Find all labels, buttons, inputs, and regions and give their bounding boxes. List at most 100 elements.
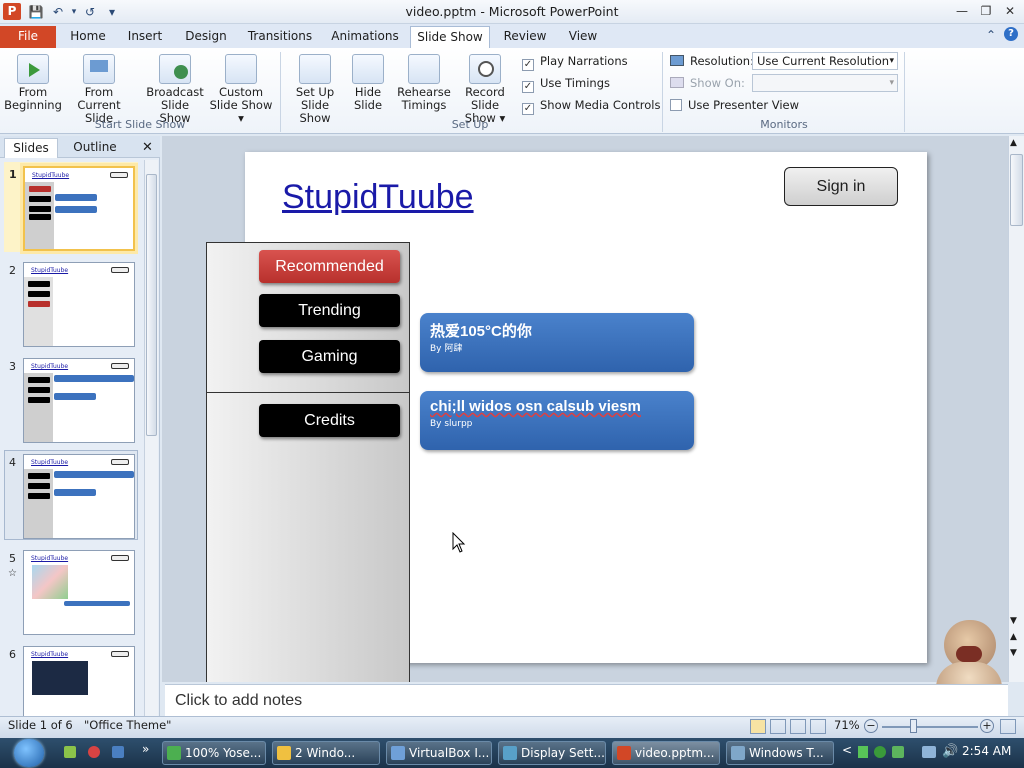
animation-star-icon: ☆ [8,568,17,579]
powerpoint-logo-icon[interactable]: P [3,3,21,20]
taskbar-item[interactable]: 100% Yose... [162,741,266,765]
presenter-view-checkbox[interactable]: Use Presenter View [670,98,799,112]
video-card[interactable]: chi;ll widos osn calsub viesm By slurpp [420,391,694,450]
zoom-in-icon[interactable]: + [980,719,994,733]
hide-slide-button[interactable]: Hide Slide [348,54,388,112]
previous-slide-icon[interactable]: ▲ [1010,632,1017,642]
nav-credits-button[interactable]: Credits [259,404,400,437]
rehearse-timings-icon [408,54,440,84]
slides-pane-scrollbar[interactable] [144,160,158,716]
tab-slide-show[interactable]: Slide Show [410,26,490,48]
zoom-slider[interactable] [882,726,978,728]
nav-recommended-button[interactable]: Recommended [259,250,400,283]
slide-thumbnail-3[interactable]: StupidTuube [23,358,135,443]
tray-icon[interactable] [858,746,868,758]
fit-to-window-icon[interactable] [1000,719,1016,734]
set-up-slide-show-button[interactable]: Set Up Slide Show [284,54,346,125]
tab-slides[interactable]: Slides [4,138,58,158]
video-card[interactable]: 热爱105°C的你 By 阿肆 [420,313,694,372]
tab-animations[interactable]: Animations [324,26,406,48]
slide-show-view-icon[interactable] [810,719,826,734]
video-author: By 阿肆 [430,344,463,354]
slide-sorter-view-icon[interactable] [770,719,786,734]
close-pane-icon[interactable]: ✕ [142,140,153,155]
taskbar-item[interactable]: Windows T... [726,741,834,765]
monitor-icon [670,55,684,66]
show-on-dropdown[interactable]: ▾ [752,74,898,92]
broadcast-slide-show-button[interactable]: Broadcast Slide Show [144,54,206,125]
zoom-slider-thumb[interactable] [910,719,917,733]
from-beginning-button[interactable]: From Beginning [4,54,62,112]
redo-icon[interactable]: ↺ [82,4,98,20]
quick-launch-overflow-icon[interactable]: » [142,742,149,756]
tray-icon[interactable] [892,746,904,758]
quick-launch-icon[interactable] [112,746,124,758]
chevron-down-icon: ▾ [889,78,894,88]
tab-design[interactable]: Design [176,26,236,48]
volume-icon[interactable]: 🔊 [942,744,958,759]
quick-launch-icon[interactable] [64,746,76,758]
sign-in-button[interactable]: Sign in [784,167,898,206]
setup-slideshow-icon [299,54,331,84]
tab-review[interactable]: Review [496,26,554,48]
save-icon[interactable]: 💾 [28,4,44,20]
close-button[interactable]: ✕ [998,2,1022,20]
slide-thumbnail-4[interactable]: StupidTuube [23,454,135,539]
taskbar-item[interactable]: VirtualBox I... [386,741,492,765]
theme-name: "Office Theme" [84,718,172,732]
rehearse-timings-button[interactable]: Rehearse Timings [396,54,452,112]
slide-thumbnail-1[interactable]: StupidTuube [23,166,135,251]
reading-view-icon[interactable] [790,719,806,734]
start-button[interactable] [8,738,52,768]
tab-view[interactable]: View [560,26,606,48]
slide-thumbnail-2[interactable]: StupidTuube [23,262,135,347]
folder-icon [277,746,291,760]
next-slide-icon[interactable]: ▼ [1010,648,1017,658]
help-icon[interactable]: ? [1004,27,1018,41]
network-icon[interactable] [922,746,936,758]
collapse-ribbon-icon[interactable]: ⌃ [986,28,996,42]
quick-launch-icon[interactable] [88,746,100,758]
scroll-thumb[interactable] [1010,154,1023,226]
nav-gaming-button[interactable]: Gaming [259,340,400,373]
use-timings-checkbox[interactable]: ✓ Use Timings [522,76,610,93]
taskbar-clock[interactable]: 2:54 AM [962,744,1011,758]
zoom-level[interactable]: 71% [834,718,860,732]
tray-icon[interactable] [874,746,886,758]
nav-trending-button[interactable]: Trending [259,294,400,327]
taskbar-item[interactable]: 2 Windo... [272,741,380,765]
maximize-button[interactable]: ❐ [974,2,998,20]
checkmark-icon: ✓ [522,81,534,93]
scroll-down-icon[interactable]: ▼ [1010,616,1017,626]
normal-view-icon[interactable] [750,719,766,734]
undo-dropdown-icon[interactable]: ▾ [66,4,82,20]
slide-thumbnail-5[interactable]: StupidTuube [23,550,135,635]
taskbar-item-active[interactable]: video.pptm... [612,741,720,765]
resolution-dropdown[interactable]: Use Current Resolution ▾ [752,52,898,70]
record-stopwatch-icon [469,54,501,84]
taskbar-item[interactable]: Display Sett... [498,741,606,765]
site-title-link[interactable]: StupidTuube [282,178,474,217]
tab-file[interactable]: File [0,26,56,48]
minimize-button[interactable]: — [950,2,974,20]
notes-pane[interactable]: Click to add notes [165,684,1008,716]
tray-overflow-icon[interactable]: < [842,743,852,757]
custom-slide-show-button[interactable]: Custom Slide Show ▾ [206,54,276,125]
hide-slide-icon [352,54,384,84]
vertical-scrollbar[interactable]: ▲ ▼ ▲ ▼ [1008,136,1024,682]
tab-outline[interactable]: Outline [64,138,126,158]
scroll-thumb[interactable] [146,174,157,436]
chevron-down-icon: ▾ [889,56,894,66]
undo-icon[interactable]: ↶ [50,4,66,20]
broadcast-globe-icon [159,54,191,84]
zoom-out-icon[interactable]: − [864,719,878,733]
play-narrations-checkbox[interactable]: ✓ Play Narrations [522,54,628,71]
tab-home[interactable]: Home [62,26,114,48]
show-media-controls-checkbox[interactable]: ✓ Show Media Controls [522,98,660,115]
record-slide-show-button[interactable]: Record Slide Show ▾ [452,54,518,125]
from-current-slide-button[interactable]: From Current Slide [64,54,134,125]
tab-transitions[interactable]: Transitions [242,26,318,48]
tab-insert[interactable]: Insert [120,26,170,48]
scroll-up-icon[interactable]: ▲ [1010,138,1017,148]
customize-quick-access-icon[interactable]: ▾ [104,4,120,20]
